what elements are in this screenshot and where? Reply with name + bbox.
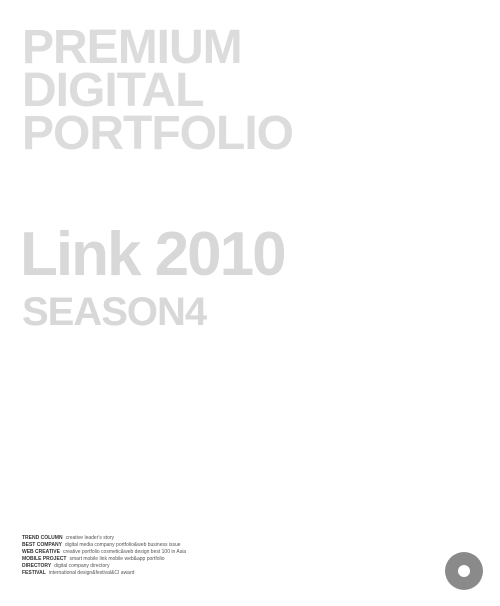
headline-line-2: DIGITAL bbox=[22, 64, 204, 117]
headline-line-3: PORTFOLIO bbox=[22, 107, 294, 160]
cover-headline: PREMIUM DIGITAL PORTFOLIO bbox=[22, 21, 294, 160]
contents-key: MOBILE PROJECT bbox=[22, 556, 67, 562]
contents-key: BEST COMPANY bbox=[22, 542, 62, 548]
brand-subtitle: SEASON4 bbox=[22, 290, 207, 334]
contents-text: creative portfolio cosmetic&web design b… bbox=[62, 549, 187, 555]
contents-text: international design&festival&CI award bbox=[48, 570, 135, 576]
contents-text: smart mobile link mobile web&app portfol… bbox=[69, 556, 165, 562]
contents-key: FESTIVAL bbox=[22, 570, 46, 576]
ring-logo-icon bbox=[445, 552, 483, 590]
headline-line-1: PREMIUM bbox=[22, 21, 243, 74]
contents-key: DIRECTORY bbox=[22, 563, 52, 569]
contents-key: TREND COLUMN bbox=[22, 535, 63, 541]
contents-text: creative leader's story bbox=[65, 535, 115, 541]
contents-text: digital media company portfolio&web busi… bbox=[64, 542, 181, 548]
contents-key: WEB CREATIVE bbox=[22, 549, 60, 555]
contents-item: MOBILE PROJECT smart mobile link mobile w… bbox=[22, 556, 186, 563]
contents-item: TREND COLUMN creative leader's story bbox=[22, 535, 186, 542]
contents-item: DIRECTORY digital company directory bbox=[22, 563, 186, 570]
contents-list: TREND COLUMN creative leader's story BEST… bbox=[22, 535, 186, 577]
contents-item: WEB CREATIVE creative portfolio cosmetic&… bbox=[22, 549, 186, 556]
magazine-cover: PREMIUM DIGITAL PORTFOLIO Link 2010 SEAS… bbox=[0, 0, 500, 606]
contents-item: BEST COMPANY digital media company portfo… bbox=[22, 542, 186, 549]
contents-text: digital company directory bbox=[54, 563, 110, 569]
contents-item: FESTIVAL international design&festival&CI… bbox=[22, 570, 186, 577]
brand-title: Link 2010 bbox=[20, 220, 287, 289]
